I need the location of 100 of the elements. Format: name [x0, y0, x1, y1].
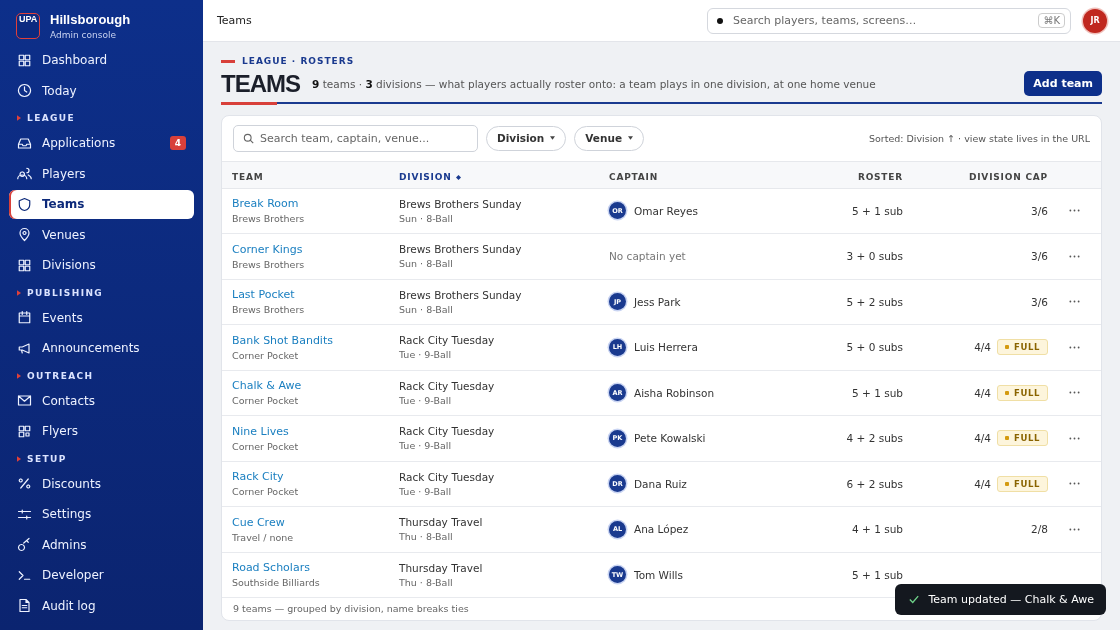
doc-icon [17, 598, 32, 614]
sort-note: Sorted: Division ↑ · view state lives in the URL [868, 132, 1090, 144]
schedule-text: Thu · 8-Ball [399, 531, 454, 543]
more-icon[interactable] [1069, 254, 1080, 258]
user-avatar[interactable]: JR [1083, 8, 1107, 33]
logo: UPA [16, 13, 40, 39]
nav-item[interactable]: Flyers [9, 417, 194, 446]
search-field[interactable]: Search team, captain, venue... [233, 124, 478, 152]
more-icon[interactable] [1069, 436, 1080, 440]
column-header[interactable]: DIVISION [399, 172, 461, 183]
roster-count: 5 + 1 sub [852, 568, 903, 581]
venue-text: Corner Pocket [232, 395, 300, 407]
people-icon [17, 166, 32, 182]
column-header[interactable]: ROSTER [857, 172, 903, 183]
shield-icon [17, 196, 32, 212]
division-cap: 4/4 [974, 477, 992, 490]
more-icon[interactable] [1069, 300, 1080, 304]
venue-text: Brews Brothers [232, 304, 306, 316]
nav-item[interactable]: Dashboard [9, 46, 194, 75]
dot-icon [717, 17, 723, 24]
nav-item[interactable]: Applications 4 [9, 129, 194, 158]
division-text: Thursday Travel [399, 561, 484, 574]
nav-item[interactable]: Today [9, 76, 194, 105]
more-icon[interactable] [1069, 391, 1080, 395]
team-link[interactable]: Chalk & Awe [232, 379, 399, 393]
search-icon [243, 132, 254, 144]
nav-item[interactable]: Venues [9, 220, 194, 249]
inbox-icon [17, 135, 32, 151]
captain-name: Aisha Robinson [634, 386, 715, 399]
filter-dropdown[interactable]: Venue [574, 125, 645, 151]
roster-count: 5 + 2 subs [846, 295, 903, 308]
schedule-text: Tue · 9-Ball [399, 485, 453, 497]
mail-icon [17, 393, 32, 409]
grid-icon [17, 52, 32, 68]
team-link[interactable]: Road Scholars [232, 561, 399, 575]
qr-icon [17, 423, 32, 439]
caret-icon [628, 136, 634, 141]
venue-text: Corner Pocket [232, 349, 300, 361]
team-link[interactable]: Cue Crew [232, 515, 399, 529]
roster-count: 3 + 0 subs [846, 250, 903, 263]
division-text: Rack City Tuesday [399, 470, 496, 483]
page-title: Teams [217, 14, 253, 27]
more-icon[interactable] [1069, 527, 1080, 531]
team-link[interactable]: Nine Lives [232, 424, 399, 438]
nav-item[interactable]: Events [9, 303, 194, 332]
brand-name: Hillsborough [50, 12, 131, 27]
division-text: Rack City Tuesday [399, 425, 496, 438]
more-icon[interactable] [1069, 345, 1080, 349]
team-link[interactable]: Bank Shot Bandits [232, 333, 399, 347]
venue-text: Corner Pocket [232, 486, 300, 498]
sort-icon [455, 174, 461, 180]
summary-text: 9 teams · 3 divisions — what players actually roster onto: a team plays in one division, at one home venue [312, 77, 877, 90]
more-icon[interactable] [1069, 209, 1080, 213]
nav-item[interactable]: Divisions [9, 251, 194, 280]
roster-count: 5 + 1 sub [852, 204, 903, 217]
nav-item[interactable]: Players [9, 159, 194, 188]
schedule-text: Sun · 8-Ball [399, 212, 454, 224]
section-heading: SETUP [27, 453, 67, 464]
column-header[interactable]: DIVISION CAP [968, 172, 1048, 183]
filter-dropdown[interactable]: Division [486, 125, 567, 151]
megaphone-icon [17, 340, 32, 356]
page-heading: TEAMS [221, 70, 300, 98]
table-footer: 9 teams — grouped by division, name breaks ties [233, 603, 469, 615]
nav-item[interactable]: Contacts [9, 386, 194, 415]
venue-text: Brews Brothers [232, 258, 306, 270]
team-link[interactable]: Corner Kings [232, 242, 399, 256]
division-text: Brews Brothers Sunday [399, 288, 523, 301]
nav-item[interactable]: Admins [9, 530, 194, 559]
sliders-icon [17, 506, 32, 522]
nav-item[interactable]: Audit log [9, 591, 194, 620]
division-cap: 4/4 [974, 386, 992, 399]
section-heading: LEAGUE [27, 113, 76, 123]
captain-name: Tom Wills [634, 568, 683, 581]
nav-item[interactable]: Announcements [9, 334, 194, 363]
section-heading: OUTREACH [27, 370, 94, 381]
pin-icon [17, 227, 32, 243]
division-cap: 4/4 [974, 341, 992, 354]
clock-icon [17, 83, 32, 99]
add-team-button[interactable]: Add team [1024, 71, 1102, 97]
check-icon [909, 595, 920, 604]
team-link[interactable]: Break Room [232, 197, 399, 211]
triangle-icon [17, 115, 21, 121]
team-link[interactable]: Last Pocket [232, 288, 399, 302]
nav-item[interactable]: Settings [9, 500, 194, 529]
nav-item[interactable]: Developer [9, 561, 194, 590]
division-cap: 3/6 [1031, 250, 1048, 263]
schedule-text: Tue · 9-Ball [399, 440, 453, 452]
key-icon [17, 537, 32, 553]
nav-item[interactable]: Discounts [9, 469, 194, 498]
more-icon[interactable] [1069, 482, 1080, 486]
nav-item[interactable]: Teams [9, 190, 194, 219]
division-text: Rack City Tuesday [399, 334, 496, 347]
captain-name: Jess Park [634, 295, 681, 308]
column-header[interactable]: CAPTAIN [609, 172, 659, 183]
venue-text: Travel / none [232, 531, 295, 543]
column-header[interactable]: TEAM [232, 172, 264, 183]
roster-count: 5 + 1 sub [852, 386, 903, 399]
team-link[interactable]: Rack City [232, 470, 399, 484]
calendar-icon [17, 310, 32, 326]
division-cap: 3/6 [1031, 295, 1048, 308]
